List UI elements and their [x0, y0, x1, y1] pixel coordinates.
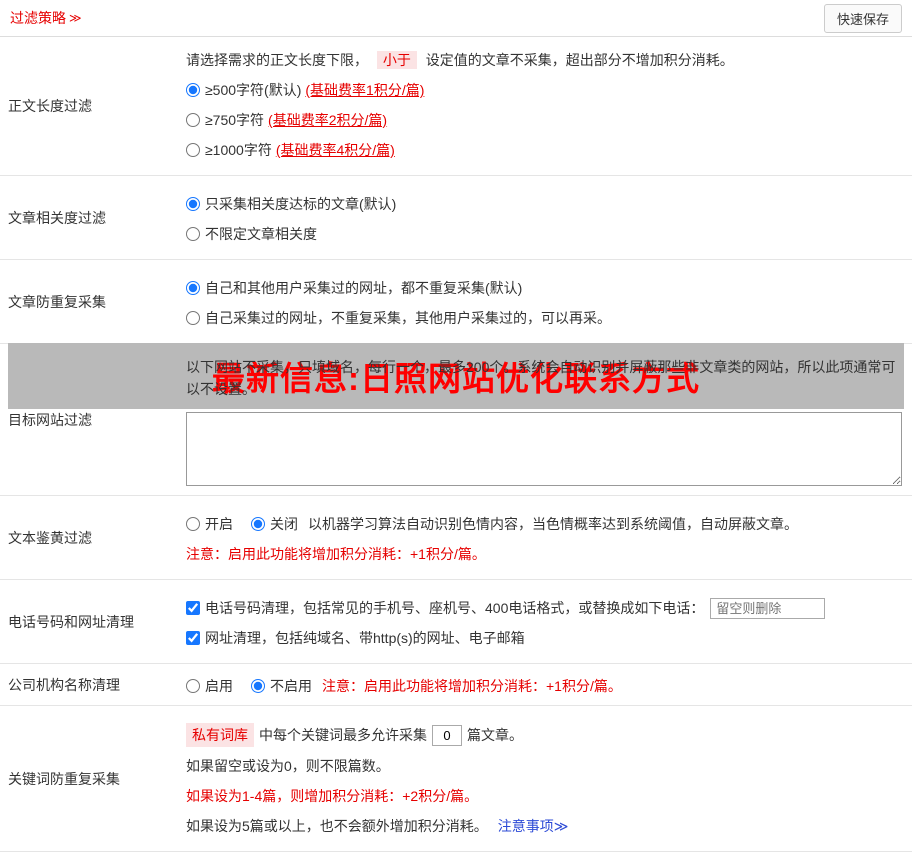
- porn-filter-desc: 以机器学习算法自动识别色情内容，当色情概率达到系统阈值，自动屏蔽文章。: [308, 516, 798, 532]
- rate-note: (基础费率2积分/篇): [268, 112, 388, 128]
- replacement-phone-input[interactable]: [710, 597, 826, 619]
- porn-off-option[interactable]: 关闭: [251, 513, 298, 535]
- row-content-relevance: 只采集相关度达标的文章(默认) 不限定文章相关度: [178, 176, 912, 259]
- keyword-note-unlimited: 如果留空或设为0，则不限篇数。: [186, 758, 390, 774]
- option-label: 只采集相关度达标的文章(默认): [205, 196, 397, 212]
- row-company-clean: 公司机构名称清理 启用 不启用 注意：启用此功能将增加积分消耗：+1积分/篇。: [0, 664, 912, 706]
- row-dedup-filter: 文章防重复采集 自己和其他用户采集过的网址，都不重复采集(默认) 自己采集过的网…: [0, 260, 912, 344]
- row-label-company-clean: 公司机构名称清理: [8, 676, 120, 693]
- row-phone-url-clean: 电话号码和网址清理 电话号码清理，包括常见的手机号、座机号、400电话格式，或替…: [0, 580, 912, 664]
- option-label: 启用: [205, 678, 233, 694]
- row-label-porn-filter: 文本鉴黄过滤: [8, 529, 92, 546]
- company-on-radio[interactable]: [186, 679, 200, 693]
- porn-filter-options: 开启 关闭 以机器学习算法自动识别色情内容，当色情概率达到系统阈值，自动屏蔽文章…: [186, 513, 904, 535]
- row-body-length-filter: 正文长度过滤 请选择需求的正文长度下限， 小于 设定值的文章不采集，超出部分不增…: [0, 37, 912, 176]
- relevance-strict-radio[interactable]: [186, 197, 200, 211]
- less-than-tag: 小于: [376, 51, 417, 69]
- length-1000-radio[interactable]: [186, 143, 200, 157]
- company-clean-note: 注意：启用此功能将增加积分消耗：+1积分/篇。: [322, 678, 622, 694]
- url-clean-checkbox[interactable]: [186, 631, 200, 645]
- header-bar: 过滤策略 ≫ 快速保存: [0, 0, 912, 37]
- intro-after: 设定值的文章不采集，超出部分不增加积分消耗。: [425, 52, 734, 68]
- row-label-keyword-dedup: 关键词防重复采集: [8, 770, 120, 787]
- porn-filter-note: 注意：启用此功能将增加积分消耗：+1积分/篇。: [186, 546, 486, 562]
- notice-link[interactable]: 注意事项≫: [498, 815, 569, 837]
- option-label: ≥1000字符: [205, 142, 272, 158]
- phone-clean-option[interactable]: 电话号码清理，包括常见的手机号、座机号、400电话格式，或替换成如下电话：: [186, 597, 704, 619]
- body-length-intro: 请选择需求的正文长度下限， 小于 设定值的文章不采集，超出部分不增加积分消耗。: [186, 49, 904, 71]
- rate-note: (基础费率1积分/篇): [305, 82, 425, 98]
- row-content-phone-url: 电话号码清理，包括常见的手机号、座机号、400电话格式，或替换成如下电话： 网址…: [178, 580, 912, 663]
- company-clean-options: 启用 不启用 注意：启用此功能将增加积分消耗：+1积分/篇。: [186, 675, 904, 697]
- option-label: ≥750字符: [205, 112, 265, 128]
- limit-text: 中每个关键词最多允许采集: [259, 727, 427, 743]
- site-filter-intro: 以下网站不采集，只填域名，每行一个，最多200个。系统会自动识别并屏蔽那些非文章…: [186, 359, 896, 397]
- keyword-limit-input[interactable]: [432, 724, 462, 746]
- row-label-dedup: 文章防重复采集: [8, 293, 106, 310]
- dedup-global-radio[interactable]: [186, 281, 200, 295]
- porn-off-radio[interactable]: [251, 517, 265, 531]
- rate-note: (基础费率4积分/篇): [275, 142, 395, 158]
- row-content-company-clean: 启用 不启用 注意：启用此功能将增加积分消耗：+1积分/篇。: [178, 664, 912, 705]
- phone-clean-line: 电话号码清理，包括常见的手机号、座机号、400电话格式，或替换成如下电话：: [186, 597, 904, 619]
- row-porn-filter: 文本鉴黄过滤 开启 关闭 以机器学习算法自动识别色情内容，当色情概率达到系统阈值…: [0, 496, 912, 580]
- company-off-option[interactable]: 不启用: [251, 675, 312, 697]
- keyword-note-five: 如果设为5篇或以上，也不会额外增加积分消耗。 注意事项≫: [186, 815, 904, 837]
- phone-clean-checkbox[interactable]: [186, 601, 200, 615]
- option-label: 不启用: [270, 678, 312, 694]
- url-clean-option[interactable]: 网址清理，包括纯域名、带http(s)的网址、电子邮箱: [186, 627, 904, 649]
- row-keyword-dedup: 关键词防重复采集 私有词库 中每个关键词最多允许采集 篇文章。 如果留空或设为0…: [0, 706, 912, 852]
- dedup-self-radio[interactable]: [186, 311, 200, 325]
- keyword-limit-line: 私有词库 中每个关键词最多允许采集 篇文章。: [186, 723, 904, 747]
- relevance-any-radio[interactable]: [186, 227, 200, 241]
- private-lexicon-tag: 私有词库: [186, 723, 254, 747]
- length-option-750[interactable]: ≥750字符 (基础费率2积分/篇): [186, 109, 904, 131]
- relevance-option-strict[interactable]: 只采集相关度达标的文章(默认): [186, 193, 904, 215]
- length-option-1000[interactable]: ≥1000字符 (基础费率4积分/篇): [186, 139, 904, 161]
- option-label: 不限定文章相关度: [205, 226, 317, 242]
- row-label-relevance: 文章相关度过滤: [8, 209, 106, 226]
- dedup-option-self[interactable]: 自己采集过的网址，不重复采集，其他用户采集过的，可以再采。: [186, 307, 904, 329]
- dedup-option-global[interactable]: 自己和其他用户采集过的网址，都不重复采集(默认): [186, 277, 904, 299]
- row-content-dedup: 自己和其他用户采集过的网址，都不重复采集(默认) 自己采集过的网址，不重复采集，…: [178, 260, 912, 343]
- length-750-radio[interactable]: [186, 113, 200, 127]
- option-label: 自己采集过的网址，不重复采集，其他用户采集过的，可以再采。: [205, 310, 611, 326]
- option-label: ≥500字符(默认): [205, 82, 302, 98]
- company-off-radio[interactable]: [251, 679, 265, 693]
- porn-on-option[interactable]: 开启: [186, 513, 233, 535]
- keyword-note-cost: 如果设为1-4篇，则增加积分消耗：+2积分/篇。: [186, 788, 479, 804]
- porn-on-radio[interactable]: [186, 517, 200, 531]
- length-option-500[interactable]: ≥500字符(默认) (基础费率1积分/篇): [186, 79, 904, 101]
- page-title[interactable]: 过滤策略 ≫: [10, 8, 82, 28]
- row-label-body-length: 正文长度过滤: [8, 98, 92, 114]
- row-content-site-filter: 以下网站不采集，只填域名，每行一个，最多200个。系统会自动识别并屏蔽那些非文章…: [178, 344, 912, 495]
- page-title-text: 过滤策略: [10, 10, 66, 26]
- row-content-body-length: 请选择需求的正文长度下限， 小于 设定值的文章不采集，超出部分不增加积分消耗。 …: [178, 37, 912, 175]
- intro-before: 请选择需求的正文长度下限，: [186, 52, 368, 68]
- row-content-porn-filter: 开启 关闭 以机器学习算法自动识别色情内容，当色情概率达到系统阈值，自动屏蔽文章…: [178, 496, 912, 579]
- blocked-sites-textarea[interactable]: [186, 412, 902, 486]
- length-500-radio[interactable]: [186, 83, 200, 97]
- quick-save-button[interactable]: 快速保存: [823, 3, 902, 33]
- option-label: 关闭: [270, 516, 298, 532]
- limit-text-end: 篇文章。: [467, 727, 523, 743]
- note-five-text: 如果设为5篇或以上，也不会额外增加积分消耗。: [186, 818, 488, 834]
- option-label: 电话号码清理，包括常见的手机号、座机号、400电话格式，或替换成如下电话：: [205, 600, 705, 616]
- row-content-keyword-dedup: 私有词库 中每个关键词最多允许采集 篇文章。 如果留空或设为0，则不限篇数。 如…: [178, 706, 912, 851]
- company-on-option[interactable]: 启用: [186, 675, 233, 697]
- relevance-option-any[interactable]: 不限定文章相关度: [186, 223, 904, 245]
- option-label: 自己和其他用户采集过的网址，都不重复采集(默认): [205, 280, 523, 296]
- chevron-down-icon: ≫: [69, 11, 82, 25]
- option-label: 网址清理，包括纯域名、带http(s)的网址、电子邮箱: [205, 630, 525, 646]
- option-label: 开启: [205, 516, 233, 532]
- row-label-phone-url: 电话号码和网址清理: [8, 613, 134, 630]
- row-relevance-filter: 文章相关度过滤 只采集相关度达标的文章(默认) 不限定文章相关度: [0, 176, 912, 260]
